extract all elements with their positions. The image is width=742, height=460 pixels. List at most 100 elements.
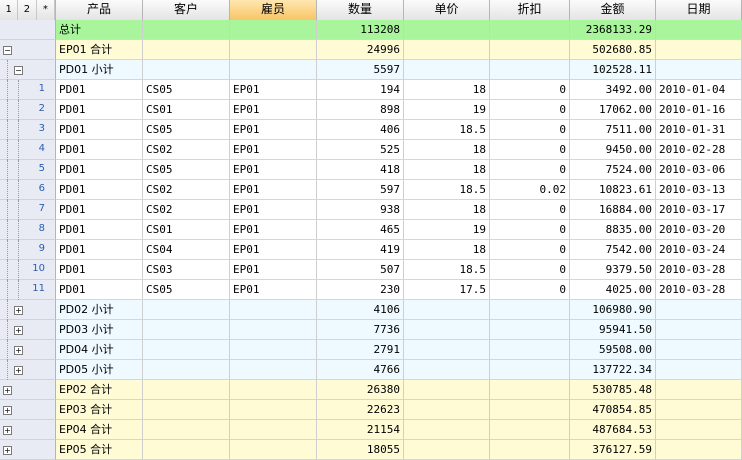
row-header[interactable]: 6 <box>0 180 56 200</box>
cell-employee[interactable]: EP01 <box>230 280 317 300</box>
cell-amount[interactable]: 502680.85 <box>570 40 656 60</box>
cell-employee[interactable]: EP01 <box>230 160 317 180</box>
cell-discount[interactable] <box>490 60 570 80</box>
cell-amount[interactable]: 10823.61 <box>570 180 656 200</box>
cell-date[interactable]: 2010-03-13 <box>656 180 742 200</box>
collapse-icon[interactable]: − <box>14 66 23 75</box>
cell-employee[interactable]: EP01 <box>230 260 317 280</box>
cell-customer[interactable]: CS05 <box>143 160 230 180</box>
cell-discount[interactable] <box>490 320 570 340</box>
cell-quantity[interactable]: 230 <box>317 280 404 300</box>
cell-customer[interactable] <box>143 380 230 400</box>
expand-icon[interactable]: + <box>14 366 23 375</box>
table-row[interactable]: 5 PD01 CS05 EP01 418 18 0 7524.00 2010-03-06 <box>0 160 742 180</box>
cell-amount[interactable]: 7511.00 <box>570 120 656 140</box>
cell-customer[interactable] <box>143 300 230 320</box>
cell-unit-price[interactable]: 19 <box>404 100 490 120</box>
cell-product[interactable]: EP02 合计 <box>56 380 143 400</box>
cell-date[interactable] <box>656 20 742 40</box>
cell-quantity[interactable]: 2791 <box>317 340 404 360</box>
cell-discount[interactable] <box>490 440 570 460</box>
cell-amount[interactable]: 9379.50 <box>570 260 656 280</box>
cell-quantity[interactable]: 597 <box>317 180 404 200</box>
header-quantity[interactable]: 数量 <box>317 0 404 20</box>
cell-discount[interactable] <box>490 360 570 380</box>
cell-customer[interactable]: CS05 <box>143 120 230 140</box>
cell-product[interactable]: PD01 <box>56 220 143 240</box>
cell-product[interactable]: EP01 合计 <box>56 40 143 60</box>
expand-icon[interactable]: + <box>3 446 12 455</box>
cell-quantity[interactable]: 21154 <box>317 420 404 440</box>
cell-customer[interactable]: CS01 <box>143 100 230 120</box>
cell-customer[interactable]: CS01 <box>143 220 230 240</box>
cell-unit-price[interactable] <box>404 360 490 380</box>
row-header[interactable]: − <box>0 60 56 80</box>
row-header[interactable]: 10 <box>0 260 56 280</box>
cell-amount[interactable]: 8835.00 <box>570 220 656 240</box>
row-header[interactable]: − <box>0 40 56 60</box>
cell-product[interactable]: EP03 合计 <box>56 400 143 420</box>
cell-unit-price[interactable] <box>404 40 490 60</box>
ep-group-row[interactable]: + EP04 合计 21154 487684.53 <box>0 420 742 440</box>
cell-quantity[interactable]: 418 <box>317 160 404 180</box>
cell-unit-price[interactable] <box>404 380 490 400</box>
cell-date[interactable] <box>656 320 742 340</box>
row-header[interactable]: 7 <box>0 200 56 220</box>
cell-employee[interactable]: EP01 <box>230 80 317 100</box>
expand-icon[interactable]: + <box>3 406 12 415</box>
cell-amount[interactable]: 3492.00 <box>570 80 656 100</box>
row-header[interactable]: + <box>0 420 56 440</box>
cell-date[interactable]: 2010-03-28 <box>656 260 742 280</box>
cell-date[interactable]: 2010-01-31 <box>656 120 742 140</box>
expand-icon[interactable]: + <box>3 426 12 435</box>
cell-amount[interactable]: 2368133.29 <box>570 20 656 40</box>
ep-group-row[interactable]: + EP02 合计 26380 530785.48 <box>0 380 742 400</box>
cell-date[interactable] <box>656 60 742 80</box>
cell-customer[interactable]: CS02 <box>143 200 230 220</box>
cell-date[interactable] <box>656 420 742 440</box>
expand-icon[interactable]: + <box>14 346 23 355</box>
cell-amount[interactable]: 9450.00 <box>570 140 656 160</box>
cell-quantity[interactable]: 113208 <box>317 20 404 40</box>
cell-date[interactable]: 2010-03-20 <box>656 220 742 240</box>
cell-employee[interactable]: EP01 <box>230 240 317 260</box>
row-header[interactable] <box>0 20 56 40</box>
cell-quantity[interactable]: 7736 <box>317 320 404 340</box>
cell-amount[interactable]: 102528.11 <box>570 60 656 80</box>
cell-employee[interactable]: EP01 <box>230 200 317 220</box>
cell-customer[interactable]: CS04 <box>143 240 230 260</box>
table-row[interactable]: 4 PD01 CS02 EP01 525 18 0 9450.00 2010-02-28 <box>0 140 742 160</box>
cell-unit-price[interactable] <box>404 300 490 320</box>
row-header[interactable]: 3 <box>0 120 56 140</box>
cell-discount[interactable] <box>490 40 570 60</box>
expand-icon[interactable]: + <box>14 306 23 315</box>
row-header[interactable]: + <box>0 380 56 400</box>
row-header[interactable]: 9 <box>0 240 56 260</box>
row-header[interactable]: + <box>0 300 56 320</box>
cell-product[interactable]: PD02 小计 <box>56 300 143 320</box>
cell-product[interactable]: PD01 <box>56 260 143 280</box>
cell-product[interactable]: EP05 合计 <box>56 440 143 460</box>
expand-icon[interactable]: + <box>14 326 23 335</box>
cell-unit-price[interactable]: 18.5 <box>404 120 490 140</box>
row-header[interactable]: + <box>0 400 56 420</box>
header-product[interactable]: 产品 <box>56 0 143 20</box>
cell-unit-price[interactable]: 18 <box>404 160 490 180</box>
cell-product[interactable]: PD01 小计 <box>56 60 143 80</box>
table-row[interactable]: 6 PD01 CS02 EP01 597 18.5 0.02 10823.61 2010-03-… <box>0 180 742 200</box>
cell-date[interactable]: 2010-03-06 <box>656 160 742 180</box>
cell-date[interactable] <box>656 380 742 400</box>
cell-discount[interactable]: 0.02 <box>490 180 570 200</box>
row-header[interactable]: + <box>0 320 56 340</box>
cell-amount[interactable]: 59508.00 <box>570 340 656 360</box>
cell-amount[interactable]: 17062.00 <box>570 100 656 120</box>
cell-discount[interactable]: 0 <box>490 100 570 120</box>
cell-employee[interactable] <box>230 320 317 340</box>
cell-date[interactable] <box>656 300 742 320</box>
header-amount[interactable]: 金额 <box>570 0 656 20</box>
cell-employee[interactable] <box>230 360 317 380</box>
ep-group-row[interactable]: − EP01 合计 24996 502680.85 <box>0 40 742 60</box>
cell-amount[interactable]: 7542.00 <box>570 240 656 260</box>
cell-date[interactable] <box>656 40 742 60</box>
cell-product[interactable]: PD01 <box>56 280 143 300</box>
